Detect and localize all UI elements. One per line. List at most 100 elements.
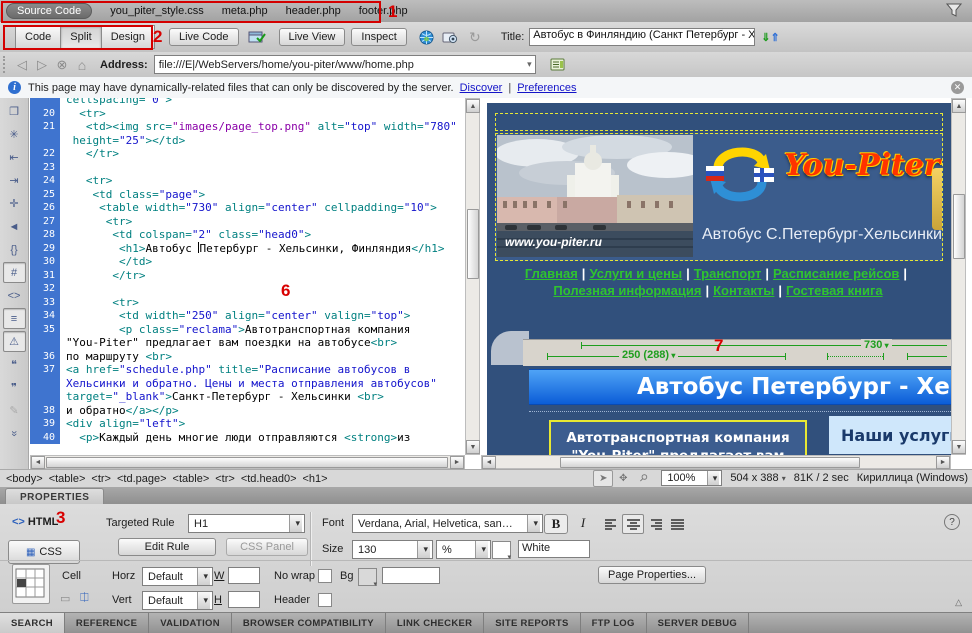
code-line[interactable]: 25 <td class="page">: [30, 188, 465, 202]
live-view-button[interactable]: Live View: [279, 28, 346, 46]
results-tab-link-checker[interactable]: LINK CHECKER: [386, 613, 484, 633]
syntax-error-alerts-icon[interactable]: ⚠: [3, 331, 26, 352]
related-file-tab[interactable]: meta.php: [222, 5, 268, 17]
nav-link[interactable]: Расписание рейсов: [773, 266, 899, 281]
code-line[interactable]: Хельсинки и обратно. Цены и места отправ…: [30, 377, 465, 391]
properties-tab[interactable]: PROPERTIES: [5, 488, 104, 505]
tag-selector-item[interactable]: <tr>: [215, 473, 235, 485]
merge-cells-icon[interactable]: ▭: [60, 592, 70, 605]
remove-comment-icon[interactable]: ❞: [3, 377, 26, 398]
results-tab-server-debug[interactable]: SERVER DEBUG: [647, 613, 749, 633]
size-unit-select[interactable]: %: [436, 540, 491, 559]
code-scrollbar-vertical[interactable]: ▲ ▼: [465, 98, 480, 455]
code-line[interactable]: 21 <td><img src="images/page_top.png" al…: [30, 120, 465, 134]
align-right-icon[interactable]: [644, 514, 666, 534]
html-mode-button[interactable]: <>HTML: [12, 516, 58, 528]
text-color-swatch[interactable]: [492, 541, 511, 559]
highlight-invalid-code-icon[interactable]: <>: [3, 285, 26, 306]
code-line[interactable]: 34 <td width="250" align="center" valign…: [30, 309, 465, 323]
font-select[interactable]: Verdana, Arial, Helvetica, sans-serif: [352, 514, 543, 533]
refresh-icon[interactable]: ↻: [463, 27, 487, 48]
table-width-bar[interactable]: 730 250 (288): [523, 339, 951, 366]
check-browser-compatibility-icon[interactable]: [245, 27, 269, 48]
code-scrollbar-horizontal[interactable]: ◄ ►: [30, 455, 465, 469]
tag-selector-item[interactable]: <body>: [6, 473, 43, 485]
apply-comment-icon[interactable]: ❝: [3, 354, 26, 375]
tag-selector-item[interactable]: <table>: [173, 473, 210, 485]
w-field[interactable]: [228, 567, 260, 584]
bg-color-swatch[interactable]: [358, 568, 377, 586]
tag-selector-item[interactable]: <table>: [49, 473, 86, 485]
code-line[interactable]: 22 </tr>: [30, 147, 465, 161]
edit-rule-button[interactable]: Edit Rule: [118, 538, 216, 556]
column-width-menu[interactable]: 250 (288): [619, 349, 678, 361]
split-cell-icon[interactable]: ⎅: [80, 592, 89, 605]
nav-link[interactable]: Главная: [525, 266, 578, 281]
bg-field[interactable]: [382, 567, 440, 584]
align-justify-icon[interactable]: [666, 514, 688, 534]
code-line[interactable]: 31 </tr>: [30, 269, 465, 283]
live-view-options-icon[interactable]: [546, 54, 570, 75]
related-file-tab[interactable]: you_piter_style.css: [110, 5, 204, 17]
h-field[interactable]: [228, 591, 260, 608]
collapse-full-tag-icon[interactable]: ⇤: [3, 147, 26, 168]
help-icon[interactable]: ?: [944, 514, 960, 530]
related-file-tab[interactable]: header.php: [286, 5, 341, 17]
design-scrollbar-horizontal[interactable]: ◄ ►: [481, 455, 951, 469]
document-title-input[interactable]: Автобус в Финляндию (Санкт Петербург - Х…: [529, 28, 755, 46]
collapse-panel-icon[interactable]: △: [955, 597, 962, 608]
italic-button[interactable]: I: [572, 514, 594, 532]
code-line[interactable]: 23: [30, 161, 465, 175]
css-panel-button[interactable]: CSS Panel: [226, 538, 308, 556]
services-heading-box[interactable]: Наши услуги: [829, 416, 951, 454]
code-line[interactable]: 37<a href="schedule.php" title="Расписан…: [30, 363, 465, 377]
discover-link[interactable]: Discover: [460, 82, 503, 94]
code-line[interactable]: 20 <tr>: [30, 107, 465, 121]
code-line[interactable]: 36по маршруту <br>: [30, 350, 465, 364]
code-line[interactable]: 24 <tr>: [30, 174, 465, 188]
page-heading-h1[interactable]: Автобус Петербург - Хельсин: [529, 369, 951, 405]
vert-select[interactable]: Default: [142, 591, 213, 610]
stop-icon[interactable]: ⊗: [52, 56, 72, 74]
forward-icon[interactable]: ▷: [32, 56, 52, 74]
word-wrap-icon[interactable]: ≡: [3, 308, 26, 329]
design-view[interactable]: You-Piter Автобус С.Петербург-Хельсинки …: [481, 98, 951, 455]
close-info-bar-icon[interactable]: ✕: [951, 81, 964, 94]
align-center-icon[interactable]: [622, 514, 644, 534]
code-line[interactable]: 32: [30, 282, 465, 296]
address-bar-drag-handle[interactable]: [3, 56, 9, 74]
file-get-icon[interactable]: ⇓⇑: [761, 31, 779, 44]
filter-related-files-icon[interactable]: [946, 3, 962, 17]
related-file-tab[interactable]: footer.php: [359, 5, 408, 17]
code-line[interactable]: 33 <tr>: [30, 296, 465, 310]
balance-braces-icon[interactable]: {}: [3, 239, 26, 260]
line-numbers-icon[interactable]: #: [3, 262, 26, 283]
header-checkbox[interactable]: [318, 593, 332, 607]
page-properties-button[interactable]: Page Properties...: [598, 566, 706, 584]
open-documents-icon[interactable]: ❐: [3, 101, 26, 122]
size-select[interactable]: 130: [352, 540, 433, 559]
collapse-selection-icon[interactable]: ⇥: [3, 170, 26, 191]
bold-button[interactable]: B: [544, 514, 568, 534]
nav-link[interactable]: Контакты: [713, 283, 774, 298]
toolbar-drag-handle[interactable]: [3, 27, 9, 48]
code-line[interactable]: 40 <p>Каждый день многие люди отправляют…: [30, 431, 465, 445]
code-line[interactable]: 29 <h1>Автобус Петербург - Хельсинки, Фи…: [30, 242, 465, 256]
code-line[interactable]: 28 <td colspan="2" class="head0">: [30, 228, 465, 242]
text-color-field[interactable]: White: [518, 540, 590, 558]
preview-in-browser-icon[interactable]: [415, 27, 439, 48]
live-code-button[interactable]: Live Code: [169, 28, 239, 46]
tag-selector-item[interactable]: <tr>: [91, 473, 111, 485]
results-tab-ftp-log[interactable]: FTP LOG: [581, 613, 647, 633]
code-line[interactable]: 38и обратно</a></p>: [30, 404, 465, 418]
code-line[interactable]: "You-Piter" предлагает вам поездки на ав…: [30, 336, 465, 350]
tag-selector-item[interactable]: <h1>: [303, 473, 328, 485]
site-header-banner[interactable]: You-Piter Автобус С.Петербург-Хельсинки …: [495, 133, 943, 261]
more-options-icon[interactable]: »: [4, 422, 25, 445]
code-line[interactable]: 30 </td>: [30, 255, 465, 269]
code-line[interactable]: cellspacing="0">: [30, 98, 465, 107]
code-line[interactable]: 27 <tr>: [30, 215, 465, 229]
nav-link[interactable]: Транспорт: [694, 266, 762, 281]
results-tab-browser-compatibility[interactable]: BROWSER COMPATIBILITY: [232, 613, 386, 633]
nav-link[interactable]: Полезная информация: [553, 283, 701, 298]
